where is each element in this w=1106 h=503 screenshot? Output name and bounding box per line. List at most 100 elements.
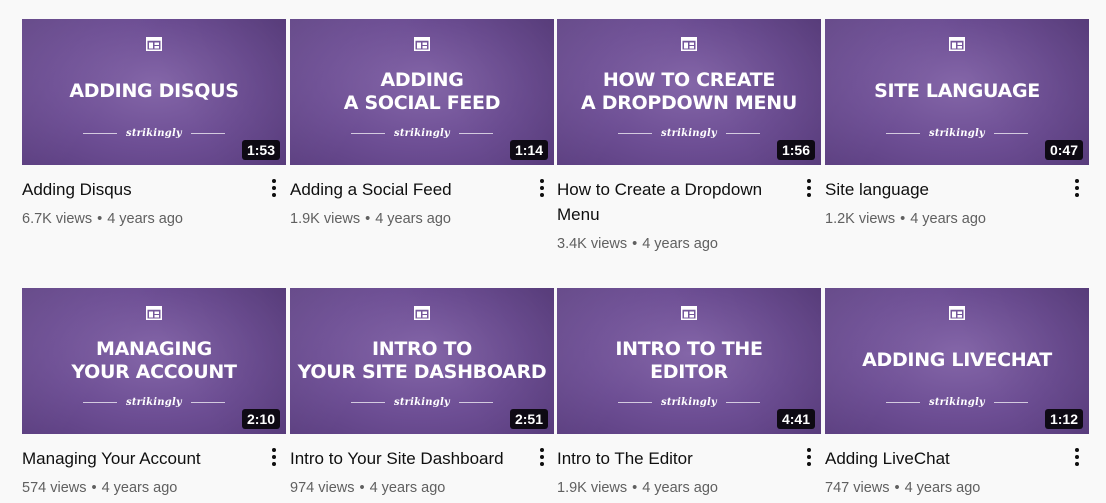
video-title[interactable]: Managing Your Account xyxy=(22,446,256,471)
divider xyxy=(725,401,760,403)
upload-age: 4 years ago xyxy=(910,211,986,227)
more-vert-icon[interactable] xyxy=(266,446,282,468)
view-count: 747 views xyxy=(825,480,890,496)
video-meta: Adding LiveChat 747 views • 4 years ago xyxy=(825,434,1089,498)
video-title[interactable]: Adding a Social Feed xyxy=(290,177,524,202)
brand-wordmark: strikingly xyxy=(394,396,450,408)
thumbnail-title: Adding A Social Feed xyxy=(343,69,501,114)
more-vert-icon[interactable] xyxy=(801,177,817,199)
layout-grid-icon xyxy=(146,306,162,320)
video-card[interactable]: Intro to Your Site Dashboard strikingly … xyxy=(290,288,554,498)
more-vert-icon[interactable] xyxy=(1069,177,1085,199)
video-meta: Intro to The Editor 1.9K views • 4 years a… xyxy=(557,434,821,498)
video-title[interactable]: Intro to Your Site Dashboard xyxy=(290,446,524,471)
separator-dot: • xyxy=(632,480,638,496)
video-title[interactable]: Adding LiveChat xyxy=(825,446,1059,471)
brand-wordmark: strikingly xyxy=(394,127,450,139)
layout-grid-icon xyxy=(414,37,430,51)
video-title[interactable]: Site language xyxy=(825,177,1059,202)
view-count: 3.4K views xyxy=(557,236,628,252)
divider xyxy=(618,132,653,134)
video-thumbnail[interactable]: Adding Disqus strikingly 1:53 xyxy=(22,19,286,165)
video-card[interactable]: Adding Disqus strikingly 1:53 Adding Dis… xyxy=(22,19,286,229)
video-card[interactable]: How to Create A Dropdown Menu strikingly… xyxy=(557,19,821,254)
divider xyxy=(458,132,493,134)
video-meta: Adding a Social Feed 1.9K views • 4 years … xyxy=(290,165,554,229)
more-vert-icon[interactable] xyxy=(534,177,550,199)
duration-badge: 1:14 xyxy=(509,140,548,160)
thumbnail-title: Adding Disqus xyxy=(69,80,239,102)
duration-badge: 1:56 xyxy=(776,140,815,160)
brand-wordmark: strikingly xyxy=(126,396,182,408)
duration-badge: 1:53 xyxy=(241,140,280,160)
divider xyxy=(725,132,760,134)
video-thumbnail[interactable]: Site Language strikingly 0:47 xyxy=(825,19,1089,165)
divider xyxy=(83,401,118,403)
separator-dot: • xyxy=(894,480,900,496)
video-stats: 747 views • 4 years ago xyxy=(825,478,1059,498)
divider xyxy=(351,401,386,403)
more-vert-icon[interactable] xyxy=(534,446,550,468)
brand-wordmark: strikingly xyxy=(929,127,985,139)
video-card[interactable]: Managing Your Account strikingly 2:10 Ma… xyxy=(22,288,286,498)
video-stats: 1.2K views • 4 years ago xyxy=(825,209,1059,229)
layout-grid-icon xyxy=(414,306,430,320)
divider xyxy=(458,401,493,403)
video-stats: 1.9K views • 4 years ago xyxy=(557,478,791,498)
video-card[interactable]: Site Language strikingly 0:47 Site langu… xyxy=(825,19,1089,229)
more-vert-icon[interactable] xyxy=(1069,446,1085,468)
video-thumbnail[interactable]: Intro to the Editor strikingly 4:41 xyxy=(557,288,821,434)
layout-grid-icon xyxy=(949,306,965,320)
brand-wordmark: strikingly xyxy=(661,396,717,408)
more-vert-icon[interactable] xyxy=(266,177,282,199)
video-card[interactable]: Adding A Social Feed strikingly 1:14 Add… xyxy=(290,19,554,229)
video-meta: Site language 1.2K views • 4 years ago xyxy=(825,165,1089,229)
video-card[interactable]: Adding LiveChat strikingly 1:12 Adding L… xyxy=(825,288,1089,498)
brand-wordmark: strikingly xyxy=(929,396,985,408)
video-thumbnail[interactable]: Intro to Your Site Dashboard strikingly … xyxy=(290,288,554,434)
video-thumbnail[interactable]: How to Create A Dropdown Menu strikingly… xyxy=(557,19,821,165)
video-title[interactable]: Intro to The Editor xyxy=(557,446,791,471)
view-count: 1.9K views xyxy=(557,480,628,496)
video-thumbnail[interactable]: Adding LiveChat strikingly 1:12 xyxy=(825,288,1089,434)
brand-wordmark: strikingly xyxy=(661,127,717,139)
separator-dot: • xyxy=(359,480,365,496)
video-meta: Intro to Your Site Dashboard 974 views • 4… xyxy=(290,434,554,498)
view-count: 1.9K views xyxy=(290,211,361,227)
layout-grid-icon xyxy=(681,306,697,320)
upload-age: 4 years ago xyxy=(107,211,183,227)
video-title[interactable]: Adding Disqus xyxy=(22,177,256,202)
more-vert-icon[interactable] xyxy=(801,446,817,468)
upload-age: 4 years ago xyxy=(369,480,446,496)
divider xyxy=(993,401,1028,403)
video-meta: How to Create a Dropdown Menu 3.4K views… xyxy=(557,165,821,254)
separator-dot: • xyxy=(632,236,638,252)
video-stats: 1.9K views • 4 years ago xyxy=(290,209,524,229)
divider xyxy=(83,132,118,134)
layout-grid-icon xyxy=(681,37,697,51)
divider xyxy=(886,401,921,403)
view-count: 6.7K views xyxy=(22,211,93,227)
duration-badge: 2:51 xyxy=(509,409,548,429)
view-count: 974 views xyxy=(290,480,355,496)
video-stats: 6.7K views • 4 years ago xyxy=(22,209,256,229)
upload-age: 4 years ago xyxy=(642,480,718,496)
separator-dot: • xyxy=(365,211,371,227)
video-card[interactable]: Intro to the Editor strikingly 4:41 Intr… xyxy=(557,288,821,498)
duration-badge: 1:12 xyxy=(1044,409,1083,429)
video-title[interactable]: How to Create a Dropdown Menu xyxy=(557,177,791,227)
thumbnail-title: Intro to Your Site Dashboard xyxy=(297,338,547,383)
thumbnail-title: Managing Your Account xyxy=(71,338,237,383)
separator-dot: • xyxy=(91,480,97,496)
thumbnail-title: Intro to the Editor xyxy=(615,338,763,383)
view-count: 574 views xyxy=(22,480,87,496)
divider xyxy=(993,132,1028,134)
video-thumbnail[interactable]: Adding A Social Feed strikingly 1:14 xyxy=(290,19,554,165)
divider xyxy=(886,132,921,134)
video-meta: Managing Your Account 574 views • 4 years … xyxy=(22,434,286,498)
video-stats: 574 views • 4 years ago xyxy=(22,478,256,498)
video-thumbnail[interactable]: Managing Your Account strikingly 2:10 xyxy=(22,288,286,434)
separator-dot: • xyxy=(900,211,906,227)
divider xyxy=(618,401,653,403)
video-grid: Adding Disqus strikingly 1:53 Adding Dis… xyxy=(0,0,1106,503)
